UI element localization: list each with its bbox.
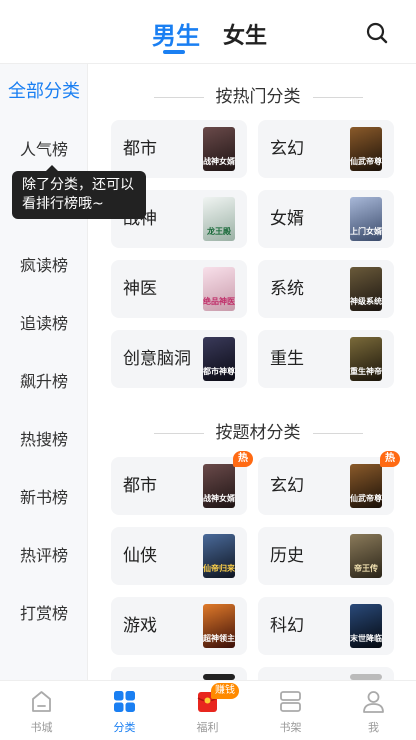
genre-card-xianxia[interactable]: 仙侠 仙帝归来 bbox=[111, 527, 247, 585]
category-label: 科幻 bbox=[270, 616, 304, 636]
sidebar-item-tips[interactable]: 打赏榜 bbox=[0, 594, 88, 634]
section-title-hot: 按热门分类 bbox=[100, 82, 416, 107]
sidebar-item-hot-search[interactable]: 热搜榜 bbox=[0, 420, 88, 460]
ranking-sidebar: 全部分类 人气榜 完结榜 疯读榜 追读榜 飙升榜 热搜榜 新书榜 热评榜 打赏榜 bbox=[0, 64, 88, 680]
sidebar-item-popularity[interactable]: 人气榜 bbox=[0, 130, 88, 170]
sidebar-item-new-books[interactable]: 新书榜 bbox=[0, 478, 88, 518]
genre-card-history[interactable]: 历史 帝王传 bbox=[258, 527, 394, 585]
section-title-text: 按热门分类 bbox=[215, 87, 301, 107]
sidebar-item-rising[interactable]: 飙升榜 bbox=[0, 362, 88, 402]
book-cover: 龙王殿 bbox=[203, 197, 235, 241]
nav-bookstore[interactable]: 书城 bbox=[0, 681, 83, 740]
category-label: 玄幻 bbox=[270, 476, 304, 496]
category-card-fantasy[interactable]: 玄幻 仙武帝尊 bbox=[258, 120, 394, 178]
bottom-nav: 书城 分类 赚钱 福利 书架 我 bbox=[0, 680, 416, 740]
nav-profile[interactable]: 我 bbox=[332, 681, 415, 740]
nav-label: 我 bbox=[368, 721, 379, 734]
book-cover: 上门女婿 bbox=[350, 197, 382, 241]
book-cover: 重生神帝 bbox=[350, 337, 382, 381]
active-tab-indicator bbox=[163, 50, 185, 54]
book-cover: 战神女婿 bbox=[203, 127, 235, 171]
genre-card-urban[interactable]: 都市 战神女婿 热 bbox=[111, 451, 253, 515]
nav-label: 书城 bbox=[30, 721, 53, 734]
category-card-rebirth[interactable]: 重生 重生神帝 bbox=[258, 330, 394, 388]
book-cover: 仙武帝尊 bbox=[350, 464, 382, 508]
genre-card-scifi[interactable]: 科幻 末世降临 bbox=[258, 597, 394, 655]
sidebar-item-all-categories[interactable]: 全部分类 bbox=[0, 72, 88, 112]
hot-badge: 热 bbox=[233, 451, 253, 467]
genre-card-game[interactable]: 游戏 超神领主 bbox=[111, 597, 247, 655]
nav-category[interactable]: 分类 bbox=[83, 681, 166, 740]
bookshelf-icon bbox=[280, 691, 301, 712]
nav-label: 福利 bbox=[196, 721, 219, 734]
book-cover: 仙武帝尊 bbox=[350, 127, 382, 171]
genre-card-fantasy[interactable]: 玄幻 仙武帝尊 热 bbox=[258, 451, 400, 515]
book-cover: 战神女婿 bbox=[203, 464, 235, 508]
tab-female[interactable]: 女生 bbox=[223, 18, 267, 50]
category-label: 创意脑洞 bbox=[123, 349, 191, 369]
earn-badge: 赚钱 bbox=[211, 683, 239, 699]
book-cover: 帝王传 bbox=[350, 534, 382, 578]
book-cover: 仙帝归来 bbox=[203, 534, 235, 578]
title-divider bbox=[153, 96, 204, 98]
book-cover: 绝品神医 bbox=[203, 267, 235, 311]
nav-bookshelf[interactable]: 书架 bbox=[249, 681, 332, 740]
category-icon bbox=[114, 691, 135, 712]
title-divider bbox=[153, 432, 204, 434]
nav-label: 分类 bbox=[113, 721, 136, 734]
category-label: 都市 bbox=[123, 139, 157, 159]
sidebar-item-follow-read[interactable]: 追读榜 bbox=[0, 304, 88, 344]
category-label: 重生 bbox=[270, 349, 304, 369]
category-label: 游戏 bbox=[123, 616, 157, 636]
profile-icon bbox=[363, 691, 384, 713]
sidebar-item-hot-reviews[interactable]: 热评榜 bbox=[0, 536, 88, 576]
section-title-text: 按题材分类 bbox=[215, 423, 301, 443]
ranking-tooltip[interactable]: 除了分类，还可以看排行榜哦~ bbox=[12, 165, 146, 219]
book-cover: 超神领主 bbox=[203, 604, 235, 648]
category-label: 都市 bbox=[123, 476, 157, 496]
category-card-urban[interactable]: 都市 战神女婿 bbox=[111, 120, 247, 178]
book-cover: 都市神尊 bbox=[203, 337, 235, 381]
book-cover: 末世降临 bbox=[350, 604, 382, 648]
bookstore-icon bbox=[32, 691, 51, 712]
tab-male[interactable]: 男生 bbox=[152, 16, 200, 51]
category-label: 历史 bbox=[270, 546, 304, 566]
genre-card-partial[interactable] bbox=[258, 667, 394, 680]
sidebar-item-crazy-read[interactable]: 疯读榜 bbox=[0, 246, 88, 286]
genre-card-partial[interactable] bbox=[111, 667, 247, 680]
search-icon[interactable] bbox=[364, 20, 390, 46]
category-card-system[interactable]: 系统 神级系统 bbox=[258, 260, 394, 318]
category-card-son-in-law[interactable]: 女婿 上门女婿 bbox=[258, 190, 394, 248]
category-label: 玄幻 bbox=[270, 139, 304, 159]
top-header: 男生 女生 bbox=[0, 0, 416, 64]
book-cover: 神级系统 bbox=[350, 267, 382, 311]
category-label: 系统 bbox=[270, 279, 304, 299]
title-divider bbox=[312, 96, 363, 98]
hot-badge: 热 bbox=[380, 451, 400, 467]
tooltip-text: 除了分类，还可以看排行榜哦~ bbox=[22, 177, 134, 212]
category-card-divine-doctor[interactable]: 神医 绝品神医 bbox=[111, 260, 247, 318]
category-label: 女婿 bbox=[270, 209, 304, 229]
category-label: 仙侠 bbox=[123, 546, 157, 566]
nav-welfare[interactable]: 赚钱 福利 bbox=[166, 681, 249, 740]
title-divider bbox=[312, 432, 363, 434]
nav-label: 书架 bbox=[279, 721, 302, 734]
category-label: 神医 bbox=[123, 279, 157, 299]
section-title-genre: 按题材分类 bbox=[100, 418, 416, 443]
category-card-creative[interactable]: 创意脑洞 都市神尊 bbox=[111, 330, 247, 388]
tooltip-arrow bbox=[46, 165, 58, 171]
